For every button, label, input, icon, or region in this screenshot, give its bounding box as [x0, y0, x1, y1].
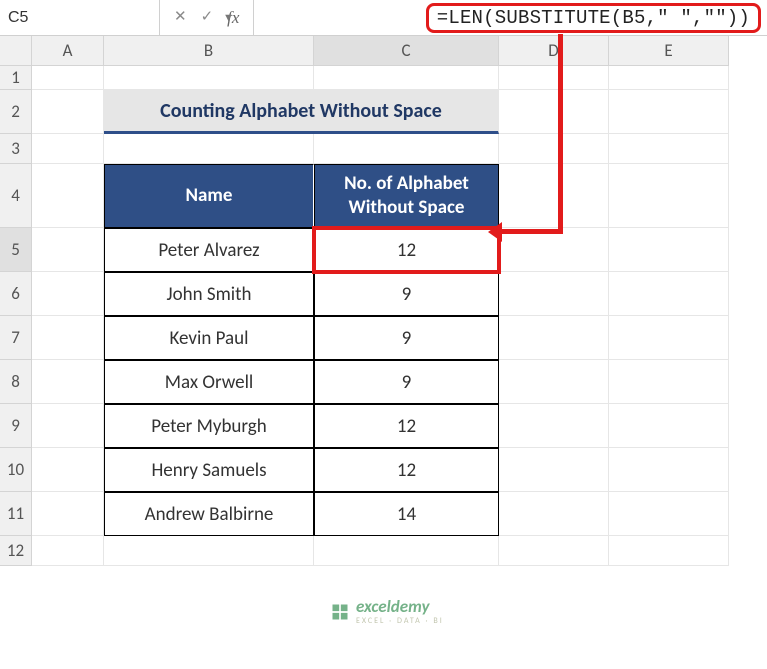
cell-e1[interactable]	[609, 66, 729, 90]
row-header-10[interactable]: 10	[0, 448, 32, 492]
cell-e4[interactable]	[609, 164, 729, 228]
title-cell[interactable]: Counting Alphabet Without Space	[104, 90, 499, 134]
cell-a6[interactable]	[32, 272, 104, 316]
cell-d1[interactable]	[499, 66, 609, 90]
cell-b12[interactable]	[104, 536, 314, 566]
watermark-logo-icon	[330, 602, 350, 622]
formula-text[interactable]: =LEN(SUBSTITUTE(B5," ",""))	[426, 3, 761, 33]
cell-b6[interactable]: John Smith	[104, 272, 314, 316]
cell-e7[interactable]	[609, 316, 729, 360]
cell-d3[interactable]	[499, 134, 609, 164]
col-header-e[interactable]: E	[609, 36, 729, 66]
cell-e5[interactable]	[609, 228, 729, 272]
row-header-12[interactable]: 12	[0, 536, 32, 566]
cell-c1[interactable]	[314, 66, 499, 90]
cell-b11[interactable]: Andrew Balbirne	[104, 492, 314, 536]
cell-b7[interactable]: Kevin Paul	[104, 316, 314, 360]
cell-e9[interactable]	[609, 404, 729, 448]
cell-e12[interactable]	[609, 536, 729, 566]
cell-a9[interactable]	[32, 404, 104, 448]
cell-c10[interactable]: 12	[314, 448, 499, 492]
cell-e10[interactable]	[609, 448, 729, 492]
name-box-dropdown-icon[interactable]: ▼	[223, 0, 234, 35]
cell-a3[interactable]	[32, 134, 104, 164]
cell-b10[interactable]: Henry Samuels	[104, 448, 314, 492]
cell-d12[interactable]	[499, 536, 609, 566]
row-header-8[interactable]: 8	[0, 360, 32, 404]
cell-e3[interactable]	[609, 134, 729, 164]
col-header-b[interactable]: B	[104, 36, 314, 66]
cell-a7[interactable]	[32, 316, 104, 360]
cell-b3[interactable]	[104, 134, 314, 164]
cell-a4[interactable]	[32, 164, 104, 228]
table-header-name[interactable]: Name	[104, 164, 314, 228]
name-box[interactable]	[0, 0, 223, 35]
cell-d8[interactable]	[499, 360, 609, 404]
cell-e6[interactable]	[609, 272, 729, 316]
cell-a8[interactable]	[32, 360, 104, 404]
cell-a1[interactable]	[32, 66, 104, 90]
cell-a11[interactable]	[32, 492, 104, 536]
col-header-a[interactable]: A	[32, 36, 104, 66]
cell-d7[interactable]	[499, 316, 609, 360]
watermark-text: exceldemy	[356, 598, 444, 615]
name-box-container: ▼	[0, 0, 160, 35]
row-header-9[interactable]: 9	[0, 404, 32, 448]
cell-d10[interactable]	[499, 448, 609, 492]
cell-b9[interactable]: Peter Myburgh	[104, 404, 314, 448]
row-header-5[interactable]: 5	[0, 228, 32, 272]
formula-input-container[interactable]: =LEN(SUBSTITUTE(B5," ",""))	[254, 0, 767, 35]
cell-d4[interactable]	[499, 164, 609, 228]
cell-d2[interactable]	[499, 90, 609, 134]
cell-c11[interactable]: 14	[314, 492, 499, 536]
cell-a10[interactable]	[32, 448, 104, 492]
cell-a5[interactable]	[32, 228, 104, 272]
cell-c5[interactable]: 12	[314, 228, 499, 272]
cell-d9[interactable]	[499, 404, 609, 448]
cell-b8[interactable]: Max Orwell	[104, 360, 314, 404]
row-header-3[interactable]: 3	[0, 134, 32, 164]
cell-d11[interactable]	[499, 492, 609, 536]
cell-e8[interactable]	[609, 360, 729, 404]
cell-b1[interactable]	[104, 66, 314, 90]
cell-b5[interactable]: Peter Alvarez	[104, 228, 314, 272]
row-header-1[interactable]: 1	[0, 66, 32, 90]
cell-c12[interactable]	[314, 536, 499, 566]
cell-c9[interactable]: 12	[314, 404, 499, 448]
row-header-2[interactable]: 2	[0, 90, 32, 134]
row-header-7[interactable]: 7	[0, 316, 32, 360]
cell-c8[interactable]: 9	[314, 360, 499, 404]
cell-a2[interactable]	[32, 90, 104, 134]
watermark: exceldemy EXCEL · DATA · BI	[330, 598, 444, 625]
row-header-6[interactable]: 6	[0, 272, 32, 316]
col-header-c[interactable]: C	[314, 36, 499, 66]
cell-c7[interactable]: 9	[314, 316, 499, 360]
row-header-4[interactable]: 4	[0, 164, 32, 228]
table-header-count[interactable]: No. of Alphabet Without Space	[314, 164, 499, 228]
cell-e2[interactable]	[609, 90, 729, 134]
cell-d6[interactable]	[499, 272, 609, 316]
select-all-corner[interactable]	[0, 36, 32, 66]
cell-e11[interactable]	[609, 492, 729, 536]
cell-c6[interactable]: 9	[314, 272, 499, 316]
row-header-11[interactable]: 11	[0, 492, 32, 536]
cell-d5[interactable]	[499, 228, 609, 272]
col-header-d[interactable]: D	[499, 36, 609, 66]
watermark-subtext: EXCEL · DATA · BI	[356, 617, 444, 625]
cell-a12[interactable]	[32, 536, 104, 566]
formula-bar-row: ▼ ✕ ✓ fx =LEN(SUBSTITUTE(B5," ",""))	[0, 0, 767, 36]
cell-c3[interactable]	[314, 134, 499, 164]
worksheet-grid: A B C D E 1 2 3 4 5 6 7 8 9 10 11 12 Cou…	[0, 36, 767, 566]
